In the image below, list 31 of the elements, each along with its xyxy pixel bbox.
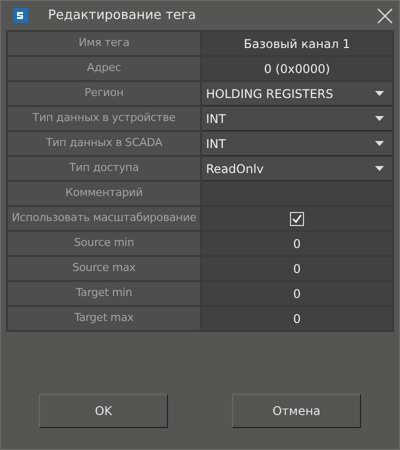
close-icon[interactable] bbox=[377, 8, 393, 24]
field-label: Target min bbox=[7, 281, 201, 306]
value-field[interactable]: 0 bbox=[201, 256, 393, 281]
dialog-button[interactable]: OK bbox=[39, 394, 168, 428]
field-label: Использовать масштабирование bbox=[7, 206, 201, 231]
dropdown-value[interactable]: INT bbox=[206, 110, 226, 128]
value-field[interactable]: 0 (0x0000) bbox=[201, 56, 393, 81]
field-label: Тип доступа bbox=[7, 156, 201, 181]
value-field[interactable]: 0 bbox=[201, 281, 393, 306]
field-label: Source min bbox=[7, 231, 201, 256]
dropdown-caret-icon[interactable] bbox=[375, 116, 384, 121]
dialog-button[interactable]: Отмена bbox=[232, 394, 361, 428]
value-field[interactable]: Базовый канал 1 bbox=[201, 31, 393, 56]
field-label: Комментарий bbox=[7, 181, 201, 206]
app-icon bbox=[13, 8, 28, 23]
field-label: Тип данных в SCADA bbox=[7, 131, 201, 156]
field-label: Target max bbox=[7, 306, 201, 331]
dropdown-caret-icon[interactable] bbox=[375, 141, 384, 146]
value-field[interactable]: 0 bbox=[201, 231, 393, 256]
dropdown-caret-icon[interactable] bbox=[375, 91, 384, 96]
field-label: Тип данных в устройстве bbox=[7, 106, 201, 131]
comment-field[interactable] bbox=[201, 181, 393, 206]
value-field[interactable]: 0 bbox=[201, 306, 393, 331]
field-label: Source max bbox=[7, 256, 201, 281]
field-label: Имя тега bbox=[7, 31, 201, 56]
field-label: Адрес bbox=[7, 56, 201, 81]
checkbox[interactable] bbox=[290, 212, 304, 226]
dropdown-value[interactable]: INT bbox=[206, 134, 226, 152]
field-label: Регион bbox=[7, 81, 201, 106]
window-title: Редактирование тега bbox=[48, 6, 197, 25]
dropdown-caret-icon[interactable] bbox=[375, 166, 384, 171]
